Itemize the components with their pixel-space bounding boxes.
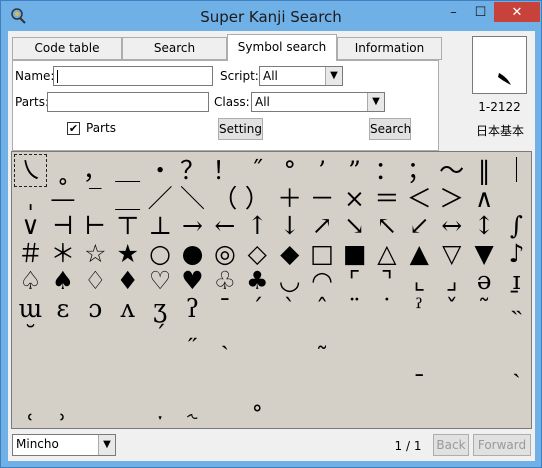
symbol-cell[interactable] (79, 402, 112, 429)
bottom-bar: Mincho ▼ 1 / 1 Back Forward (8, 431, 535, 461)
parts-label: Parts: (15, 95, 49, 109)
class-select-value: All (255, 95, 270, 109)
text-caret (57, 70, 58, 83)
title-bar[interactable]: Super Kanji Search – ☐ ✕ (1, 1, 541, 31)
class-label: Class: (214, 95, 250, 109)
chevron-down-icon[interactable]: ▼ (98, 435, 115, 455)
chevron-down-icon[interactable]: ▼ (325, 67, 342, 85)
setting-button[interactable]: Setting (218, 118, 263, 140)
maximize-button[interactable]: ☐ (467, 2, 494, 22)
preview-glyph-icon (498, 73, 511, 85)
symbol-cell[interactable] (111, 402, 144, 429)
symbol-cell[interactable]: ˍ (208, 402, 241, 429)
symbol-search-panel: Name: Script: All ▼ Parts: Class: All ▼ … (12, 60, 439, 151)
parts-input[interactable] (47, 92, 209, 112)
close-button[interactable]: ✕ (494, 2, 540, 22)
glyph-font-name: 日本基本 (475, 124, 524, 138)
symbol-cell[interactable] (370, 402, 403, 429)
client-area: Code table Search Symbol search Informat… (8, 31, 535, 461)
parts-checkbox[interactable]: ✔ (67, 122, 80, 135)
tab-information[interactable]: Information (337, 37, 442, 60)
tab-symbol-search[interactable]: Symbol search (227, 34, 337, 61)
back-button[interactable]: Back (433, 434, 469, 456)
forward-button[interactable]: Forward (473, 434, 531, 456)
symbol-cell[interactable]: ˒ (46, 402, 79, 429)
symbol-cell[interactable]: ˞ (176, 402, 209, 429)
name-label: Name: (15, 69, 55, 83)
name-input[interactable] (53, 66, 213, 86)
symbol-cell[interactable] (273, 402, 306, 429)
minimize-button[interactable]: – (440, 2, 467, 22)
glyph-preview (472, 36, 527, 94)
symbol-cell[interactable]: ˓ (14, 402, 47, 429)
symbol-cell[interactable] (403, 402, 436, 429)
search-button[interactable]: Search (369, 118, 411, 140)
page-indicator: 1 / 1 (394, 439, 422, 453)
script-select-value: All (263, 69, 278, 83)
symbol-cell[interactable] (500, 402, 531, 429)
symbol-cell[interactable]: ˑ (144, 402, 177, 429)
font-select[interactable]: Mincho ▼ (12, 434, 116, 456)
script-label: Script: (220, 69, 259, 83)
parts-checkbox-label: Parts (86, 121, 116, 135)
symbol-cell[interactable]: ˚ (241, 402, 274, 429)
symbol-cell[interactable] (468, 402, 501, 429)
symbol-grid: ㇏ ˳， ＿ ・？！ ˝ °’”：；～ ‖ ｜ ˌ — ‾ ＿ ／ ＼ （）＋－ × ＝＜＞ ∧ ∨ ⊣ ⊢ ⊤ ⊥ → ← ↑ ↓… (11, 151, 532, 429)
symbol-cell[interactable] (338, 402, 371, 429)
symbol-cell[interactable] (306, 402, 339, 429)
glyph-code: 1-2122 (478, 100, 521, 114)
class-select[interactable]: All ▼ (251, 92, 385, 112)
tab-search[interactable]: Search (122, 37, 227, 60)
font-select-value: Mincho (16, 437, 59, 451)
app-window: Super Kanji Search – ☐ ✕ Code table Sear… (0, 0, 542, 468)
symbol-cell[interactable] (435, 402, 468, 429)
tab-code-table[interactable]: Code table (12, 37, 122, 60)
script-select[interactable]: All ▼ (259, 66, 343, 86)
chevron-down-icon[interactable]: ▼ (367, 93, 384, 111)
